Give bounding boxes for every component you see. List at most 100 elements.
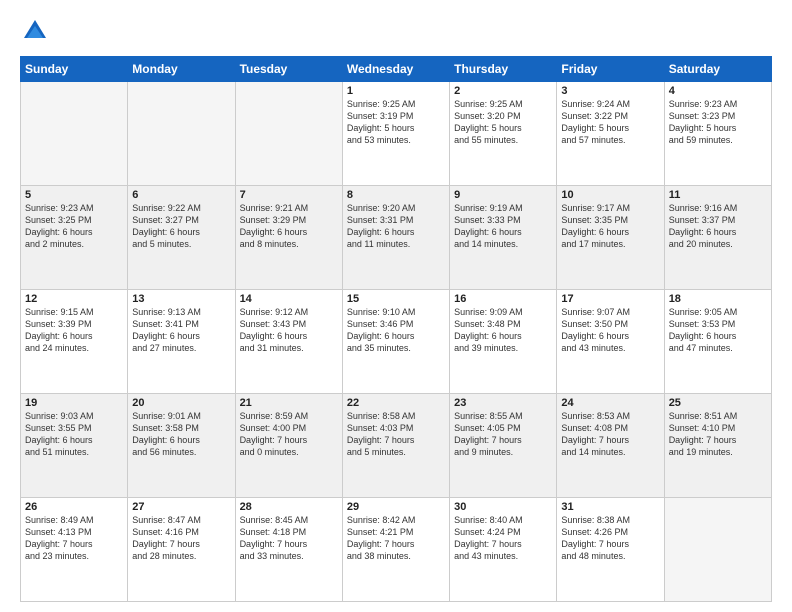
day-info: Sunrise: 9:10 AM Sunset: 3:46 PM Dayligh… [347, 306, 445, 355]
calendar-cell: 27Sunrise: 8:47 AM Sunset: 4:16 PM Dayli… [128, 498, 235, 602]
weekday-header-saturday: Saturday [664, 57, 771, 82]
day-number: 8 [347, 189, 445, 201]
calendar-cell: 17Sunrise: 9:07 AM Sunset: 3:50 PM Dayli… [557, 290, 664, 394]
day-number: 30 [454, 501, 552, 513]
day-info: Sunrise: 8:59 AM Sunset: 4:00 PM Dayligh… [240, 410, 338, 459]
day-info: Sunrise: 9:23 AM Sunset: 3:25 PM Dayligh… [25, 202, 123, 251]
day-number: 5 [25, 189, 123, 201]
day-number: 2 [454, 85, 552, 97]
calendar-cell: 4Sunrise: 9:23 AM Sunset: 3:23 PM Daylig… [664, 82, 771, 186]
day-number: 19 [25, 397, 123, 409]
calendar-cell: 22Sunrise: 8:58 AM Sunset: 4:03 PM Dayli… [342, 394, 449, 498]
calendar-cell: 1Sunrise: 9:25 AM Sunset: 3:19 PM Daylig… [342, 82, 449, 186]
day-info: Sunrise: 9:24 AM Sunset: 3:22 PM Dayligh… [561, 98, 659, 147]
calendar-cell: 12Sunrise: 9:15 AM Sunset: 3:39 PM Dayli… [21, 290, 128, 394]
day-number: 23 [454, 397, 552, 409]
day-number: 15 [347, 293, 445, 305]
calendar-cell: 11Sunrise: 9:16 AM Sunset: 3:37 PM Dayli… [664, 186, 771, 290]
calendar-cell: 5Sunrise: 9:23 AM Sunset: 3:25 PM Daylig… [21, 186, 128, 290]
day-number: 21 [240, 397, 338, 409]
day-number: 13 [132, 293, 230, 305]
calendar-cell: 14Sunrise: 9:12 AM Sunset: 3:43 PM Dayli… [235, 290, 342, 394]
day-number: 9 [454, 189, 552, 201]
weekday-header-row: SundayMondayTuesdayWednesdayThursdayFrid… [21, 57, 772, 82]
calendar-cell: 10Sunrise: 9:17 AM Sunset: 3:35 PM Dayli… [557, 186, 664, 290]
day-number: 31 [561, 501, 659, 513]
day-info: Sunrise: 8:58 AM Sunset: 4:03 PM Dayligh… [347, 410, 445, 459]
day-info: Sunrise: 9:05 AM Sunset: 3:53 PM Dayligh… [669, 306, 767, 355]
calendar-cell: 3Sunrise: 9:24 AM Sunset: 3:22 PM Daylig… [557, 82, 664, 186]
calendar-cell: 29Sunrise: 8:42 AM Sunset: 4:21 PM Dayli… [342, 498, 449, 602]
calendar-cell: 9Sunrise: 9:19 AM Sunset: 3:33 PM Daylig… [450, 186, 557, 290]
calendar-cell: 15Sunrise: 9:10 AM Sunset: 3:46 PM Dayli… [342, 290, 449, 394]
day-info: Sunrise: 9:15 AM Sunset: 3:39 PM Dayligh… [25, 306, 123, 355]
calendar-cell: 8Sunrise: 9:20 AM Sunset: 3:31 PM Daylig… [342, 186, 449, 290]
day-info: Sunrise: 9:13 AM Sunset: 3:41 PM Dayligh… [132, 306, 230, 355]
day-info: Sunrise: 9:03 AM Sunset: 3:55 PM Dayligh… [25, 410, 123, 459]
weekday-header-thursday: Thursday [450, 57, 557, 82]
week-row-3: 12Sunrise: 9:15 AM Sunset: 3:39 PM Dayli… [21, 290, 772, 394]
day-number: 7 [240, 189, 338, 201]
day-info: Sunrise: 9:25 AM Sunset: 3:20 PM Dayligh… [454, 98, 552, 147]
calendar-cell [664, 498, 771, 602]
day-number: 27 [132, 501, 230, 513]
day-number: 12 [25, 293, 123, 305]
day-info: Sunrise: 9:17 AM Sunset: 3:35 PM Dayligh… [561, 202, 659, 251]
day-info: Sunrise: 8:40 AM Sunset: 4:24 PM Dayligh… [454, 514, 552, 563]
calendar-cell: 13Sunrise: 9:13 AM Sunset: 3:41 PM Dayli… [128, 290, 235, 394]
day-info: Sunrise: 8:51 AM Sunset: 4:10 PM Dayligh… [669, 410, 767, 459]
day-info: Sunrise: 9:07 AM Sunset: 3:50 PM Dayligh… [561, 306, 659, 355]
day-info: Sunrise: 9:16 AM Sunset: 3:37 PM Dayligh… [669, 202, 767, 251]
calendar-cell [21, 82, 128, 186]
weekday-header-friday: Friday [557, 57, 664, 82]
day-info: Sunrise: 8:45 AM Sunset: 4:18 PM Dayligh… [240, 514, 338, 563]
calendar-cell: 20Sunrise: 9:01 AM Sunset: 3:58 PM Dayli… [128, 394, 235, 498]
day-info: Sunrise: 8:42 AM Sunset: 4:21 PM Dayligh… [347, 514, 445, 563]
weekday-header-monday: Monday [128, 57, 235, 82]
day-number: 28 [240, 501, 338, 513]
calendar-cell: 7Sunrise: 9:21 AM Sunset: 3:29 PM Daylig… [235, 186, 342, 290]
day-info: Sunrise: 9:01 AM Sunset: 3:58 PM Dayligh… [132, 410, 230, 459]
calendar-cell: 31Sunrise: 8:38 AM Sunset: 4:26 PM Dayli… [557, 498, 664, 602]
day-number: 16 [454, 293, 552, 305]
day-number: 18 [669, 293, 767, 305]
day-info: Sunrise: 9:12 AM Sunset: 3:43 PM Dayligh… [240, 306, 338, 355]
day-number: 26 [25, 501, 123, 513]
day-info: Sunrise: 8:49 AM Sunset: 4:13 PM Dayligh… [25, 514, 123, 563]
week-row-2: 5Sunrise: 9:23 AM Sunset: 3:25 PM Daylig… [21, 186, 772, 290]
day-info: Sunrise: 9:22 AM Sunset: 3:27 PM Dayligh… [132, 202, 230, 251]
page: SundayMondayTuesdayWednesdayThursdayFrid… [0, 0, 792, 612]
calendar-cell: 19Sunrise: 9:03 AM Sunset: 3:55 PM Dayli… [21, 394, 128, 498]
weekday-header-wednesday: Wednesday [342, 57, 449, 82]
calendar-cell: 23Sunrise: 8:55 AM Sunset: 4:05 PM Dayli… [450, 394, 557, 498]
day-number: 10 [561, 189, 659, 201]
day-number: 20 [132, 397, 230, 409]
calendar-cell: 24Sunrise: 8:53 AM Sunset: 4:08 PM Dayli… [557, 394, 664, 498]
week-row-4: 19Sunrise: 9:03 AM Sunset: 3:55 PM Dayli… [21, 394, 772, 498]
calendar-cell: 18Sunrise: 9:05 AM Sunset: 3:53 PM Dayli… [664, 290, 771, 394]
calendar-cell: 26Sunrise: 8:49 AM Sunset: 4:13 PM Dayli… [21, 498, 128, 602]
header [20, 16, 772, 46]
day-info: Sunrise: 8:38 AM Sunset: 4:26 PM Dayligh… [561, 514, 659, 563]
day-info: Sunrise: 8:55 AM Sunset: 4:05 PM Dayligh… [454, 410, 552, 459]
day-info: Sunrise: 8:53 AM Sunset: 4:08 PM Dayligh… [561, 410, 659, 459]
day-number: 14 [240, 293, 338, 305]
day-info: Sunrise: 9:09 AM Sunset: 3:48 PM Dayligh… [454, 306, 552, 355]
day-info: Sunrise: 9:25 AM Sunset: 3:19 PM Dayligh… [347, 98, 445, 147]
calendar-cell: 21Sunrise: 8:59 AM Sunset: 4:00 PM Dayli… [235, 394, 342, 498]
logo [20, 16, 54, 46]
day-number: 24 [561, 397, 659, 409]
week-row-5: 26Sunrise: 8:49 AM Sunset: 4:13 PM Dayli… [21, 498, 772, 602]
day-number: 4 [669, 85, 767, 97]
day-info: Sunrise: 9:20 AM Sunset: 3:31 PM Dayligh… [347, 202, 445, 251]
weekday-header-tuesday: Tuesday [235, 57, 342, 82]
day-number: 3 [561, 85, 659, 97]
calendar-cell [235, 82, 342, 186]
weekday-header-sunday: Sunday [21, 57, 128, 82]
week-row-1: 1Sunrise: 9:25 AM Sunset: 3:19 PM Daylig… [21, 82, 772, 186]
day-info: Sunrise: 9:21 AM Sunset: 3:29 PM Dayligh… [240, 202, 338, 251]
calendar: SundayMondayTuesdayWednesdayThursdayFrid… [20, 56, 772, 602]
day-number: 6 [132, 189, 230, 201]
day-info: Sunrise: 9:19 AM Sunset: 3:33 PM Dayligh… [454, 202, 552, 251]
day-info: Sunrise: 8:47 AM Sunset: 4:16 PM Dayligh… [132, 514, 230, 563]
